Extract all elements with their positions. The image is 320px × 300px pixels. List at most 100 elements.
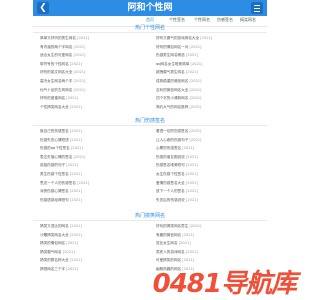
list-item[interactable]: 简单又好听的男生网名 [2021]: [40, 36, 89, 41]
list-item-title: 伤感的朋友圈说说: [156, 154, 185, 159]
list-item-title: 简单又好听的男生网名: [40, 36, 76, 40]
list-item-date: [2021]: [185, 53, 198, 58]
list-item-title: 个性搞笑网名大全: [40, 104, 69, 109]
list-item-date: [2021]: [189, 137, 202, 142]
list-item[interactable]: 适合女生的可爱网名 [2021]: [40, 53, 85, 58]
list-item[interactable]: 女生伤感个性签名 [2021]: [156, 172, 198, 177]
list-item-title: 吉利的微信网名大全: [156, 87, 189, 92]
nav-home[interactable]: 首页: [146, 17, 154, 23]
list-item[interactable]: 让人心疼的伤感句子 [2021]: [156, 138, 201, 143]
list-item[interactable]: 伤感签名唯美短句 [2021]: [156, 163, 198, 168]
list-item-date: [2021]: [185, 189, 198, 194]
list-item-title: 搞笑的群名称大全: [40, 258, 69, 263]
list-item-date: [2021]: [73, 70, 86, 75]
list-item-title: 成熟稳重的微信网名: [156, 79, 189, 83]
list-item-date: [2021]: [189, 44, 202, 49]
nav-item-0[interactable]: 个性签名: [169, 17, 185, 23]
list-item[interactable]: 深夜伤感心情签名 [2021]: [40, 189, 82, 194]
list-item[interactable]: 好听又霸气的游戏网名大全 [2021]: [156, 36, 212, 41]
list-item[interactable]: 伤感的朋友圈说说 [2021]: [156, 155, 198, 160]
list-item[interactable]: 吉利的微信网名大全 [2021]: [156, 88, 201, 93]
list-item[interactable]: 好玩的搞笑网名男生 [2021]: [156, 224, 201, 229]
list-item[interactable]: qq网名女生唯美简单 [2021]: [156, 62, 202, 67]
list-item-date: [2021]: [73, 53, 86, 58]
menu-icon[interactable]: [251, 2, 263, 14]
list-item-date: [2021]: [189, 96, 202, 101]
list-item-date: [2021]: [185, 154, 198, 159]
list-item-date: [2021]: [66, 96, 79, 101]
list-item-title: 简约大气的网名推荐: [156, 104, 189, 109]
list-item[interactable]: 孤独伤感的句子 [2021]: [40, 163, 78, 168]
list-item-title: 笑死人的游戏网名: [156, 249, 185, 254]
list-item[interactable]: 个性搞笑网名大全 [2021]: [40, 105, 82, 110]
list-item[interactable]: 仙气十足的古风网名 [2021]: [40, 88, 85, 93]
list-item[interactable]: 伤感的qq个性签名 [2021]: [40, 146, 83, 151]
list-item[interactable]: 搞笑的群名称大全 [2021]: [40, 258, 82, 263]
list-item-title: 让人心疼的伤感句子: [156, 137, 189, 142]
list-item-date: [2021]: [69, 197, 82, 202]
list-item-title: 可爱搞笑的网名: [156, 258, 182, 263]
list-item-date: [2021]: [189, 129, 202, 133]
list-item[interactable]: 有内涵的两个字网名 [2021]: [40, 45, 85, 50]
list-item-date: [2021]: [69, 104, 82, 109]
list-item-title: 仙气十足的古风网名: [40, 87, 73, 92]
nav-item-1[interactable]: 个性网名: [194, 17, 210, 23]
list-item-date: [2021]: [69, 61, 82, 66]
list-item-date: [2021]: [182, 258, 195, 263]
list-item-date: [2021]: [185, 70, 198, 75]
list-item[interactable]: 高冷女生网名两个字 [2021]: [40, 79, 85, 84]
list-item-date: [2021]: [77, 180, 90, 185]
list-item[interactable]: 表达失落心情的签名 [2021]: [40, 155, 85, 160]
list-item[interactable]: 可爱搞笑的网名 [2021]: [156, 258, 194, 263]
list-item[interactable]: 好听的英文网名大全 [2021]: [40, 70, 85, 75]
list-item[interactable]: 心累的伤感签名 [2021]: [156, 146, 194, 151]
list-item[interactable]: 带符号的个性网名 [2021]: [40, 62, 82, 67]
section-divider: [33, 32, 267, 33]
list-item-date: [2021]: [69, 258, 82, 263]
nav-item-2[interactable]: 伤感签名: [217, 17, 233, 23]
list-item[interactable]: 男生伤感个性签名 [2021]: [40, 172, 82, 177]
list-item[interactable]: 超拽霸气男生网名 [2021]: [156, 70, 198, 75]
list-item[interactable]: 放下一个人的签名 [2021]: [156, 189, 198, 194]
list-item[interactable]: 搞怪网名三个字 [2021]: [40, 267, 78, 272]
list-item[interactable]: 好听的情侣网名一对 [2021]: [156, 45, 201, 50]
list-item[interactable]: 伤感语录经典短句 [2021]: [40, 198, 82, 203]
list-item-title: 爱情伤感签名大全: [156, 180, 185, 185]
list-item[interactable]: 伤感失恋心情短语 [2021]: [40, 138, 82, 143]
list-item-title: 有内涵的两个字网名: [40, 44, 73, 49]
list-item[interactable]: 搞笑霸气网名 [2021]: [40, 250, 75, 255]
list-item[interactable]: 致自己的伤感签名 [2021]: [40, 129, 82, 134]
list-item[interactable]: 逗比女生网名 [2021]: [156, 241, 191, 246]
list-item-date: [2021]: [73, 87, 86, 92]
list-item-title: 好玩的搞笑网名男生: [156, 224, 189, 228]
section-divider: [33, 125, 267, 126]
list-item[interactable]: 简约大气的网名推荐 [2021]: [156, 105, 201, 110]
list-item-date: [2021]: [73, 79, 86, 83]
list-item[interactable]: 看透一切的伤感签名 [2021]: [156, 129, 201, 134]
list-item[interactable]: 沙雕搞笑网名大全 [2021]: [40, 233, 82, 238]
list-item[interactable]: 好听的闺蜜网名 [2021]: [40, 96, 78, 101]
list-item[interactable]: 笑死人的游戏网名 [2021]: [156, 250, 198, 255]
list-item[interactable]: 搞笑又逗比的网名 [2021]: [40, 224, 82, 229]
list-item[interactable]: 失恋后的伤感说说 [2021]: [156, 198, 198, 203]
list-item[interactable]: 搞笑的情侣网名 [2021]: [40, 241, 78, 246]
section-title: 热门伤感签名: [134, 118, 165, 124]
list-item[interactable]: 爱情伤感签名大全 [2021]: [156, 181, 198, 186]
list-item[interactable]: 伤感男生网名精选 [2021]: [156, 53, 198, 58]
list-item-title: 伤感失恋心情短语: [40, 137, 69, 142]
list-item-title: 搞笑又逗比的网名: [40, 224, 69, 228]
list-item[interactable]: 成熟稳重的微信网名 [2021]: [156, 79, 201, 84]
list-item-date: [2021]: [69, 224, 82, 228]
section-divider: [33, 220, 267, 221]
list-item-date: [2021]: [185, 172, 198, 176]
list-item-date: [2021]: [69, 137, 82, 142]
list-item-title: 放下一个人的签名: [156, 189, 185, 194]
list-item-date: [2021]: [200, 36, 213, 40]
list-item-date: [2021]: [69, 129, 82, 133]
list-item-title: 男生伤感个性签名: [40, 172, 69, 176]
list-item-title: 女生伤感个性签名: [156, 172, 185, 176]
nav-item-3[interactable]: 搞笑网名: [240, 17, 256, 23]
list-item[interactable]: 有趣的微信网名 [2021]: [156, 233, 194, 238]
list-item[interactable]: 四个字的小清新网名 [2021]: [156, 96, 201, 101]
list-item[interactable]: 思念一个人的伤感签名 [2021]: [40, 181, 89, 186]
